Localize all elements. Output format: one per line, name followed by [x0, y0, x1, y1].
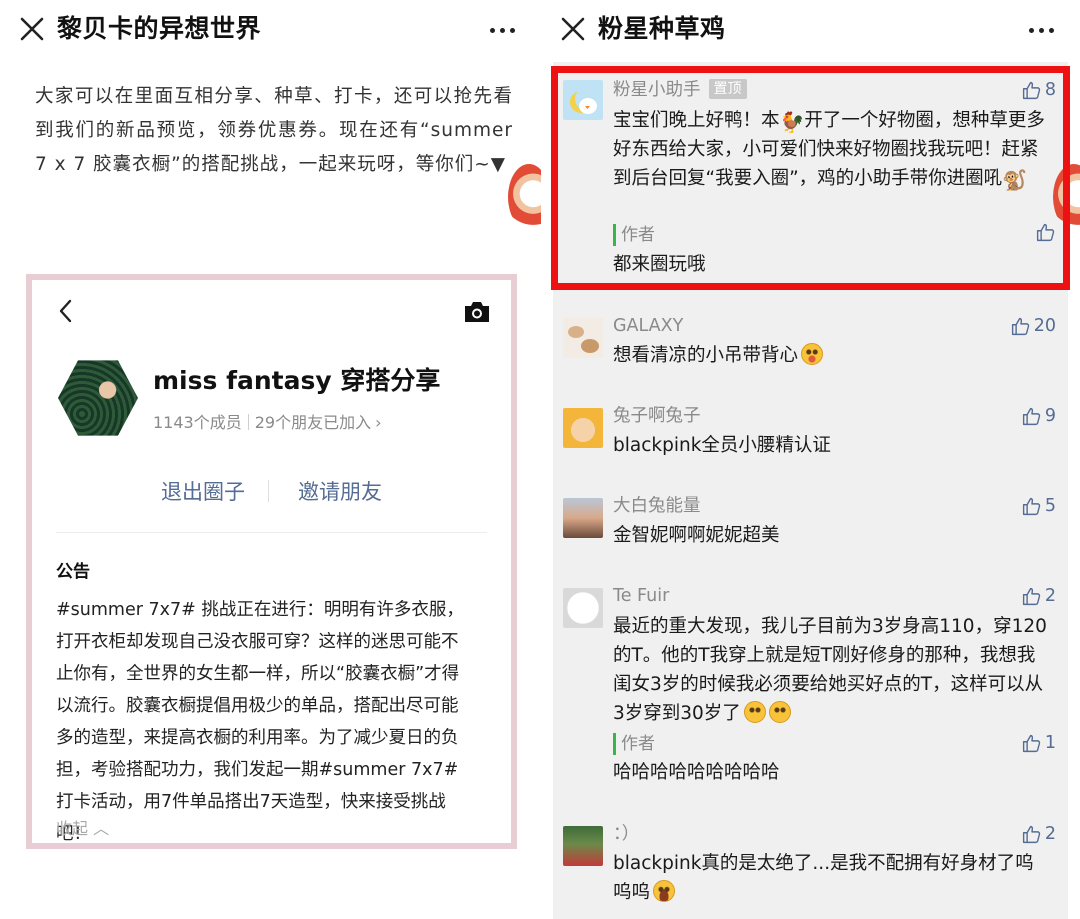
- sticker-icon: [508, 164, 541, 230]
- comment-author: Te Fuir: [613, 586, 670, 606]
- thumbs-up-icon: [1011, 317, 1029, 335]
- comment-item: Te Fuir 2 最近的重大发现，我儿子目前为3岁身高110，穿120的T。他…: [553, 582, 1068, 787]
- like-button[interactable]: 20: [1010, 314, 1056, 338]
- comment-text: 想看清凉的小吊带背心: [613, 341, 1052, 370]
- invite-friends-button[interactable]: 邀请朋友: [298, 476, 382, 508]
- camera-icon[interactable]: [463, 301, 491, 323]
- circle-card: miss fantasy 穿搭分享 1143个成员 29个朋友已加入 › 退出圈子 …: [26, 274, 517, 849]
- like-count: 9: [1044, 406, 1056, 426]
- like-button[interactable]: 9: [1021, 404, 1056, 428]
- author-reply: 哈哈哈哈哈哈哈哈哈: [613, 762, 780, 783]
- back-icon[interactable]: [56, 298, 76, 324]
- thumbs-up-icon: [1022, 587, 1041, 605]
- left-top-bar: 黎贝卡的异想世界: [0, 0, 541, 60]
- comment-item: ：） 2 blackpink真的是太绝了...是我不配拥有好身材了呜呜呜: [553, 820, 1068, 910]
- notice-text: #summer 7x7# 挑战正在进行：明明有许多衣服，打开衣柜却发现自己没衣服…: [56, 600, 464, 844]
- exit-circle-button[interactable]: 退出圈子: [161, 476, 245, 508]
- avatar: [563, 408, 603, 448]
- author-tag: 作者: [613, 733, 655, 755]
- page-title: 黎贝卡的异想世界: [57, 14, 262, 43]
- smile-emoji-icon: [801, 343, 824, 365]
- divider: [268, 480, 269, 502]
- sad-emoji-icon: [653, 880, 676, 902]
- comment-author: 兔子啊兔子: [613, 406, 701, 426]
- like-button[interactable]: 1: [1021, 731, 1056, 755]
- thinking-emoji-icon: [768, 701, 791, 723]
- right-top-bar: 粉星种草鸡: [541, 0, 1080, 60]
- notice-title: 公告: [56, 562, 90, 582]
- friends-joined[interactable]: 29个朋友已加入: [255, 413, 371, 432]
- comment-text: blackpink真的是太绝了...是我不配拥有好身材了呜呜呜: [613, 853, 1034, 903]
- thinking-emoji-icon: [743, 701, 766, 723]
- thumbs-up-icon: [1022, 825, 1041, 843]
- thumbs-up-icon: [1022, 497, 1041, 515]
- chevron-right-icon: ›: [375, 413, 382, 432]
- like-button[interactable]: 5: [1021, 494, 1056, 518]
- member-count: 1143个成员: [153, 413, 242, 432]
- close-icon[interactable]: [19, 16, 45, 42]
- like-count: 1: [1044, 733, 1056, 753]
- chevron-up-icon: ︿: [88, 819, 110, 838]
- avatar: [563, 588, 603, 628]
- comment-item: 大白兔能量 5 金智妮啊啊妮妮超美: [553, 492, 1068, 562]
- avatar: [563, 318, 603, 358]
- circle-meta: 1143个成员 29个朋友已加入 ›: [153, 412, 382, 434]
- comment-text: 金智妮啊啊妮妮超美: [613, 525, 780, 546]
- like-count: 2: [1044, 824, 1056, 844]
- comment-item: GALAXY 20 想看清凉的小吊带背心: [553, 312, 1068, 382]
- more-icon[interactable]: [490, 28, 515, 33]
- thumbs-up-icon: [1022, 407, 1041, 425]
- circle-actions: 退出圈子 邀请朋友: [32, 476, 511, 508]
- comment-author: GALAXY: [613, 316, 684, 336]
- avatar: [563, 498, 603, 538]
- like-button[interactable]: 2: [1021, 822, 1056, 846]
- like-count: 5: [1044, 496, 1056, 516]
- close-icon[interactable]: [560, 16, 586, 42]
- avatar: [563, 826, 603, 866]
- comment-text: 最近的重大发现，我儿子目前为3岁身高110，穿120的T。他的T我穿上就是短T刚…: [613, 616, 1047, 724]
- collapse-link[interactable]: 收起 ︿: [56, 818, 109, 840]
- comment-author: 大白兔能量: [613, 496, 701, 516]
- right-screenshot: 粉星种草鸡 粉星小助手 置顶 8 宝宝们晚上好鸭！本🐓开了一个好物圈，想种草更多好…: [541, 0, 1080, 919]
- circle-name: miss fantasy 穿搭分享: [153, 366, 441, 395]
- divider: [56, 532, 487, 533]
- comment-text: blackpink全员小腰精认证: [613, 435, 831, 456]
- left-screenshot: 黎贝卡的异想世界 大家可以在里面互相分享、种草、打卡，还可以抢先看到我们的新品预…: [0, 0, 541, 919]
- article-paragraph: 大家可以在里面互相分享、种草、打卡，还可以抢先看到我们的新品预览，领券优惠券。现…: [35, 86, 513, 175]
- page-title: 粉星种草鸡: [598, 14, 726, 43]
- thumbs-up-icon: [1022, 734, 1041, 752]
- like-count: 20: [1033, 316, 1056, 336]
- more-icon[interactable]: [1029, 28, 1054, 33]
- like-button[interactable]: 2: [1021, 584, 1056, 608]
- highlight-box: [551, 66, 1070, 290]
- comment-item: 兔子啊兔子 9 blackpink全员小腰精认证: [553, 402, 1068, 472]
- like-count: 2: [1044, 586, 1056, 606]
- comment-author: ：）: [613, 824, 640, 844]
- circle-avatar: [58, 360, 138, 436]
